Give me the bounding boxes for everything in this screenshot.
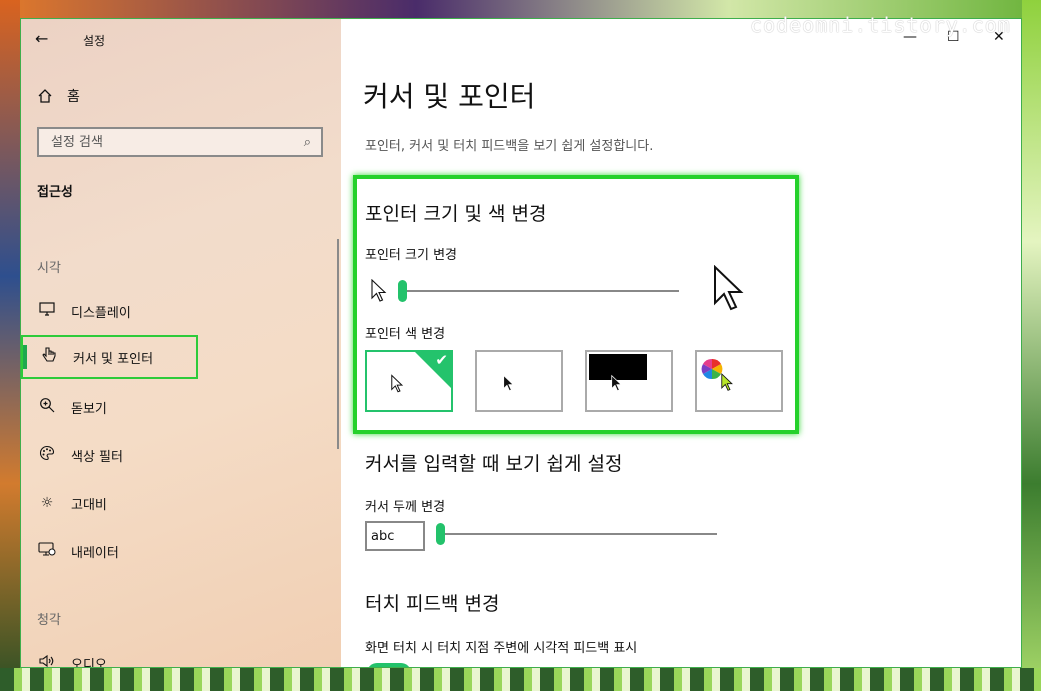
pointer-section-title: 포인터 크기 및 색 변경 [365,203,547,225]
touch-feedback-toggle[interactable] [367,663,411,667]
monitor-icon [37,302,57,320]
sidebar-item-audio[interactable]: 오디오 [21,641,196,668]
sidebar-item-label: 내레이터 [71,545,119,561]
touch-feedback-label: 화면 터치 시 터치 지점 주변에 시각적 피드백 표시 [365,641,638,656]
category-title: 접근성 [37,185,73,200]
sidebar-item-color-filter[interactable]: 색상 필터 [21,433,196,477]
home-icon [38,89,52,103]
sidebar-item-label: 고대비 [71,497,107,513]
sidebar-item-label: 커서 및 포인터 [73,351,154,367]
desktop-wallpaper-bottom [0,668,1041,691]
settings-window: ← 설정 홈 ⌕ 접근성 시각 디스플레이 커서 및 포인터 [20,18,1022,668]
cursor-thickness-preview: abc [365,521,425,551]
cursor-thickness-slider-track[interactable] [441,533,717,535]
home-nav-item[interactable]: 홈 [37,86,80,106]
cursor-thickness-label: 커서 두께 변경 [365,500,446,515]
pointer-size-slider-track[interactable] [403,290,679,292]
custom-cursor-icon [721,372,733,391]
speaker-icon [37,654,57,667]
color-wheel-icon [701,358,723,380]
small-cursor-icon [371,279,387,302]
white-cursor-icon [391,374,404,393]
cursor-thickness-slider-thumb[interactable] [436,523,445,545]
search-icon: ⌕ [303,134,311,150]
narrator-icon [37,541,57,561]
pointer-size-slider-thumb[interactable] [398,280,407,302]
sidebar-item-display[interactable]: 디스플레이 [21,289,196,333]
search-input[interactable] [49,133,304,151]
black-cursor-icon [503,374,515,392]
sidebar: ← 설정 홈 ⌕ 접근성 시각 디스플레이 커서 및 포인터 [21,19,341,667]
sidebar-item-magnifier[interactable]: 돋보기 [21,385,196,429]
pointer-color-black-option[interactable] [475,350,563,412]
app-title: 설정 [83,34,106,48]
sidebar-scrollbar[interactable] [337,239,339,449]
group-label-vision: 시각 [37,261,61,276]
preview-text: abc [371,529,395,544]
sidebar-item-high-contrast[interactable]: ☼ 고대비 [21,481,196,525]
magnifier-icon [37,397,57,417]
sidebar-item-cursor-pointer[interactable]: 커서 및 포인터 [21,335,198,379]
touch-section-title: 터치 피드백 변경 [365,593,500,615]
search-box[interactable]: ⌕ [37,127,323,157]
page-title: 커서 및 포인터 [363,80,536,113]
cursor-section-title: 커서를 입력할 때 보기 쉽게 설정 [365,453,623,475]
checkmark-icon: ✔ [435,351,448,369]
pointer-color-white-option[interactable]: ✔ [365,350,453,412]
pointer-size-label: 포인터 크기 변경 [365,248,457,263]
hand-pointer-icon [39,346,59,368]
pointer-color-label: 포인터 색 변경 [365,327,446,342]
sidebar-item-label: 색상 필터 [71,449,123,465]
desktop-wallpaper-right [1022,0,1041,691]
page-subtitle: 포인터, 커서 및 터치 피드백을 보기 쉽게 설정합니다. [365,139,654,154]
group-label-hearing: 청각 [37,613,61,628]
sun-icon: ☼ [40,495,54,511]
active-indicator [23,345,27,369]
sidebar-item-narrator[interactable]: 내레이터 [21,529,196,573]
large-cursor-icon [714,265,744,311]
watermark-text: codeomni.tistory.com [750,13,1011,37]
main-content: — ☐ ✕ 커서 및 포인터 포인터, 커서 및 터치 피드백을 보기 쉽게 설… [341,19,1021,667]
pointer-color-inverted-option[interactable] [585,350,673,412]
sidebar-item-label: 오디오 [71,657,107,668]
home-label: 홈 [67,89,80,105]
desktop-wallpaper-left [0,0,20,691]
sidebar-item-label: 돋보기 [71,401,107,417]
sidebar-item-label: 디스플레이 [71,305,131,321]
inverted-cursor-icon [611,374,623,392]
back-button[interactable]: ← [35,29,48,48]
pointer-color-custom-option[interactable] [695,350,783,412]
palette-icon [37,445,57,465]
